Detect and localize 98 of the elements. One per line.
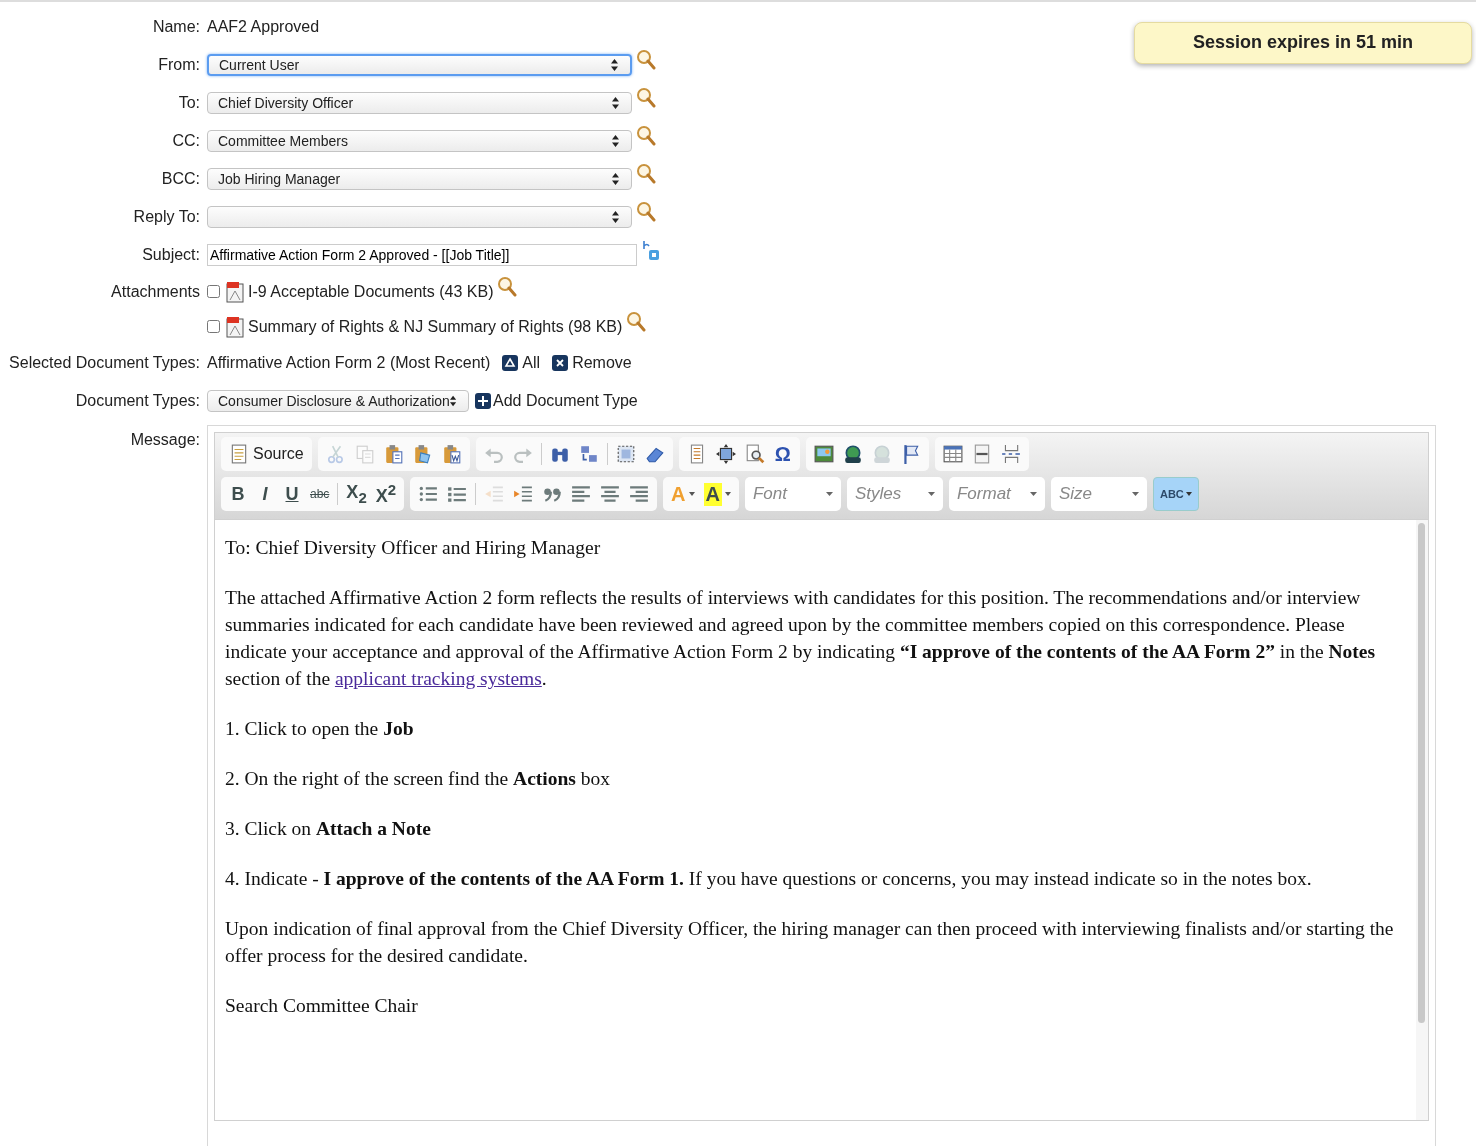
pdf-file-icon bbox=[226, 315, 244, 338]
link[interactable]: applicant tracking systems bbox=[334, 668, 542, 689]
strike-button[interactable]: abc bbox=[306, 480, 334, 508]
attachment-checkbox[interactable] bbox=[207, 285, 220, 298]
align-center-icon bbox=[600, 484, 621, 504]
field-label: BCC: bbox=[160, 170, 201, 188]
caret-icon bbox=[826, 492, 833, 496]
message-paragraph: 4. Indicate - I approve of the contents of the AA Form 1. If you have questions or concerns, you may instead indicate so in the notes box. bbox=[225, 867, 1313, 891]
field-label: From: bbox=[157, 56, 201, 74]
align-left-icon bbox=[571, 484, 592, 504]
search-icon[interactable] bbox=[636, 125, 656, 147]
up-down-arrows-icon bbox=[612, 211, 619, 223]
field-label: Document Types: bbox=[74, 392, 201, 410]
editor-dropdown[interactable]: Format bbox=[949, 477, 1045, 511]
caret-icon bbox=[1030, 492, 1037, 496]
message-paragraph: The attached Affirmative Action 2 form reflects the results of interviews with candidates for this position. The recommendations and/or interview summaries indicated for each candidate have been reviewed and agreed upon by the committee members copied on this correspondence. Please indicate your acceptance and approval of the Affirmative Action Form 2 by indicating “I approve of the contents of the AA Form 2” in the Notes section of the applicant tracking systems. bbox=[225, 586, 1377, 691]
bold-button[interactable]: B bbox=[225, 480, 251, 508]
attachment-name: I-9 Acceptable Documents (43 KB) bbox=[248, 282, 494, 301]
preview-icon bbox=[744, 444, 765, 464]
message-paragraph: 3. Click on Attach a Note bbox=[225, 817, 432, 841]
attachment-name: Summary of Rights & NJ Summary of Rights (98 KB) bbox=[248, 317, 623, 336]
align-right-icon bbox=[629, 484, 650, 504]
message-paragraph: To: Chief Diversity Officer and Hiring Manager bbox=[225, 536, 602, 560]
search-icon[interactable] bbox=[636, 49, 656, 71]
attachment-checkbox[interactable] bbox=[207, 320, 220, 333]
insert-field-icon[interactable] bbox=[641, 240, 661, 262]
field-label: Attachments bbox=[110, 282, 201, 301]
globe-icon bbox=[842, 444, 863, 464]
search-icon[interactable] bbox=[636, 201, 656, 223]
superscript-button[interactable]: X$^{2}$ bbox=[371, 480, 401, 508]
recipient-select[interactable]: Chief Diversity Officer bbox=[207, 92, 632, 114]
italic-button[interactable]: I bbox=[252, 480, 278, 508]
subscript-button[interactable]: X$_{2}$ bbox=[342, 480, 371, 508]
field-label: Name: bbox=[151, 18, 201, 36]
field-label: To: bbox=[177, 94, 201, 112]
page-break-icon bbox=[1000, 444, 1021, 464]
indent-icon bbox=[513, 484, 534, 504]
up-down-arrows-icon bbox=[449, 395, 456, 407]
underline-button[interactable]: U bbox=[279, 480, 305, 508]
document-icon bbox=[229, 444, 249, 464]
editor-dropdown[interactable]: Font bbox=[745, 477, 841, 511]
all-button[interactable]: All bbox=[502, 354, 541, 372]
outdent-icon bbox=[484, 484, 505, 504]
close-icon bbox=[552, 355, 569, 371]
field-label: Selected Document Types: bbox=[8, 354, 201, 372]
image-icon bbox=[813, 444, 834, 464]
special-char-button[interactable]: Ω bbox=[769, 440, 796, 468]
remove-button[interactable]: Remove bbox=[552, 354, 632, 372]
pdf-file-icon bbox=[226, 280, 244, 303]
caret-icon bbox=[725, 492, 731, 496]
up-down-arrows-icon bbox=[611, 59, 618, 71]
clipboard-icon bbox=[412, 444, 433, 464]
selected-document-type: Affirmative Action Form 2 (Most Recent) bbox=[207, 354, 491, 372]
plus-icon bbox=[475, 393, 491, 409]
clipboard-icon bbox=[383, 444, 404, 464]
message-paragraph: 1. Click to open the Job bbox=[225, 717, 415, 741]
field-label: CC: bbox=[171, 132, 201, 150]
search-icon[interactable] bbox=[636, 163, 656, 185]
editor-dropdown[interactable]: Styles bbox=[847, 477, 943, 511]
up-down-arrows-icon bbox=[612, 97, 619, 109]
message-paragraph: Upon indication of final approval from the Chief Diversity Officer, the hiring manager can then proceed with interviewing finalists and/or starting the offer process for the desired candidate. bbox=[225, 917, 1395, 968]
scrollbar[interactable] bbox=[1416, 520, 1428, 1120]
up-down-arrows-icon bbox=[612, 173, 619, 185]
session-notice: Session expires in 51 min bbox=[1133, 22, 1472, 64]
globe-icon bbox=[871, 444, 892, 464]
source-button[interactable]: Source bbox=[225, 440, 308, 468]
up-down-arrows-icon bbox=[612, 135, 619, 147]
field-label: Message: bbox=[129, 430, 201, 450]
subject-field[interactable]: Affirmative Action Form 2 Approved - [[Job Title]] bbox=[207, 244, 637, 266]
add-document-type-button[interactable]: Add Document Type bbox=[475, 392, 638, 410]
clipboard-icon bbox=[441, 444, 462, 464]
table-icon bbox=[942, 444, 963, 464]
recipient-select[interactable]: Job Hiring Manager bbox=[207, 168, 632, 190]
search-icon[interactable] bbox=[636, 87, 656, 109]
name-value: AAF2 Approved bbox=[207, 18, 320, 36]
search-icon[interactable] bbox=[497, 275, 518, 298]
message-paragraph: Search Committee Chair bbox=[225, 994, 419, 1018]
field-label: Reply To: bbox=[132, 208, 201, 226]
recipient-select[interactable]: Committee Members bbox=[207, 130, 632, 152]
caret-icon bbox=[688, 492, 695, 496]
copy-icon bbox=[354, 444, 375, 464]
caret-icon bbox=[1132, 492, 1139, 496]
caret-icon bbox=[1185, 492, 1192, 496]
bulleted-list-icon bbox=[447, 484, 468, 504]
document-type-select[interactable]: Consumer Disclosure & Authorization bbox=[207, 390, 469, 412]
select-all-icon bbox=[615, 444, 636, 464]
spellcheck-button[interactable]: ABC bbox=[1153, 477, 1199, 511]
field-label: Subject: bbox=[141, 246, 201, 264]
numbered-list-icon bbox=[418, 484, 439, 504]
message-paragraph: 2. On the right of the screen find the Actions box bbox=[225, 767, 612, 791]
scissors-icon bbox=[325, 444, 346, 464]
caret-icon bbox=[928, 492, 935, 496]
replace-icon bbox=[578, 444, 599, 464]
background-color-button[interactable]: A bbox=[699, 480, 735, 508]
recipient-select[interactable]: Current User bbox=[207, 54, 632, 76]
editor-dropdown[interactable]: Size bbox=[1051, 477, 1147, 511]
search-icon[interactable] bbox=[626, 310, 647, 333]
maximize-icon bbox=[715, 444, 736, 464]
